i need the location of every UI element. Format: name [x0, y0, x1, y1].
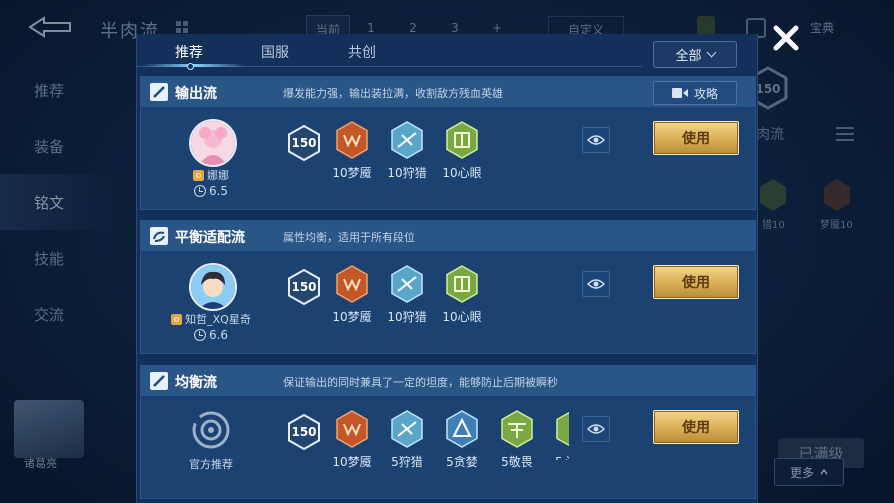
card-header: 均衡流 保证输出的同时兼具了一定的坦度，能够防止后期被瞬秒 [141, 366, 755, 396]
tab-national[interactable]: 国服 [261, 42, 289, 62]
level-hex-icon [288, 125, 320, 161]
rune-label: 5狩猎 [391, 455, 423, 469]
level-hex-icon [288, 414, 320, 450]
rune-label: 10梦魇 [332, 310, 372, 324]
red-rune-icon [336, 121, 368, 159]
use-button[interactable]: 使用 [653, 410, 739, 444]
card-title: 平衡适配流 [175, 230, 245, 246]
red-rune-icon [336, 410, 368, 448]
eye-icon [587, 279, 605, 289]
tab-cocreate[interactable]: 共创 [348, 42, 376, 62]
rune-label: 5贪婪 [446, 455, 478, 469]
preview-button[interactable] [582, 416, 610, 442]
author-name: 娜娜 [207, 169, 229, 182]
clock-icon [193, 185, 206, 197]
rune-label: 10梦魇 [332, 455, 372, 469]
rune-label: 10狩猎 [387, 166, 427, 180]
author-name: 知哲_XQ星奇 [185, 313, 251, 326]
card-description: 属性均衡，适用于所有段位 [283, 231, 415, 244]
guide-button-label: 攻略 [693, 86, 718, 101]
rune-label: 10狩猎 [387, 310, 427, 324]
author-line: 官方推荐 [161, 456, 261, 472]
filter-dropdown-label: 全部 [675, 49, 702, 64]
sword-icon [150, 372, 168, 390]
preview-button[interactable] [582, 127, 610, 153]
green-rune-icon [446, 121, 478, 159]
card-description: 保证输出的同时兼具了一定的坦度，能够防止后期被瞬秒 [283, 376, 558, 389]
score-line: 6.6 [161, 328, 261, 342]
card-title: 均衡流 [175, 375, 217, 391]
preview-button[interactable] [582, 271, 610, 297]
author-line: 娜娜 [161, 167, 261, 183]
score-value: 6.6 [208, 328, 229, 342]
blue-rune-icon [391, 410, 423, 448]
green-rune-icon [446, 265, 478, 303]
rune-recommend-modal: 推荐 国服 共创 全部 输出流 爆发能力强，输出装拉满，收割敌方残血英雄 攻略 [136, 34, 758, 503]
author-line: 知哲_XQ星奇 [161, 311, 261, 327]
tab-recommend[interactable]: 推荐 [175, 42, 203, 62]
blue-rune-icon [391, 265, 423, 303]
card-description: 爆发能力强，输出装拉满，收割敌方残血英雄 [283, 87, 503, 100]
guide-button[interactable]: 攻略 [653, 81, 737, 105]
eye-icon [587, 135, 605, 145]
level-hex-icon [288, 269, 320, 305]
avatar[interactable] [189, 119, 237, 167]
chevron-down-icon [706, 47, 716, 58]
clock-icon [193, 329, 206, 341]
rune-label: 5心 [555, 453, 569, 460]
close-icon[interactable] [770, 22, 802, 54]
use-button[interactable]: 使用 [653, 121, 739, 155]
rune-build-card: 平衡适配流 属性均衡，适用于所有段位 知哲_XQ星奇 6.6 150 10梦魇 [140, 220, 756, 354]
rune-label: 10心眼 [442, 166, 482, 180]
rune-build-card: 均衡流 保证输出的同时兼具了一定的坦度，能够防止后期被瞬秒 官方推荐 150 1… [140, 365, 756, 499]
green-rune-icon [556, 411, 569, 447]
eye-icon [587, 424, 605, 434]
card-title: 输出流 [175, 86, 217, 102]
filter-dropdown[interactable]: 全部 [653, 41, 737, 68]
use-button[interactable]: 使用 [653, 265, 739, 299]
sword-icon [150, 83, 168, 101]
score-line: 6.5 [161, 184, 261, 198]
swirl-icon [150, 227, 168, 245]
official-logo-icon [192, 411, 230, 449]
rune-label: 10梦魇 [332, 166, 372, 180]
blue-rune-icon [391, 121, 423, 159]
active-tab-dot [187, 63, 194, 70]
author-badge-icon [193, 170, 204, 181]
video-icon [671, 88, 688, 98]
card-header: 平衡适配流 属性均衡，适用于所有段位 [141, 221, 755, 251]
score-value: 6.5 [208, 184, 229, 198]
rune-build-card: 输出流 爆发能力强，输出装拉满，收割敌方残血英雄 攻略 娜娜 6.5 150 1… [140, 76, 756, 210]
author-name: 官方推荐 [189, 458, 233, 471]
avatar[interactable] [189, 263, 237, 311]
red-rune-icon [336, 265, 368, 303]
blue-rune-icon [446, 410, 478, 448]
rune-label: 10心眼 [442, 310, 482, 324]
active-tab-indicator [143, 64, 245, 67]
card-header: 输出流 爆发能力强，输出装拉满，收割敌方残血英雄 攻略 [141, 77, 755, 107]
author-badge-icon [171, 314, 183, 325]
green-rune-icon [501, 410, 533, 448]
rune-label: 5敬畏 [501, 455, 533, 469]
rune-clip: 5心 [555, 410, 569, 460]
